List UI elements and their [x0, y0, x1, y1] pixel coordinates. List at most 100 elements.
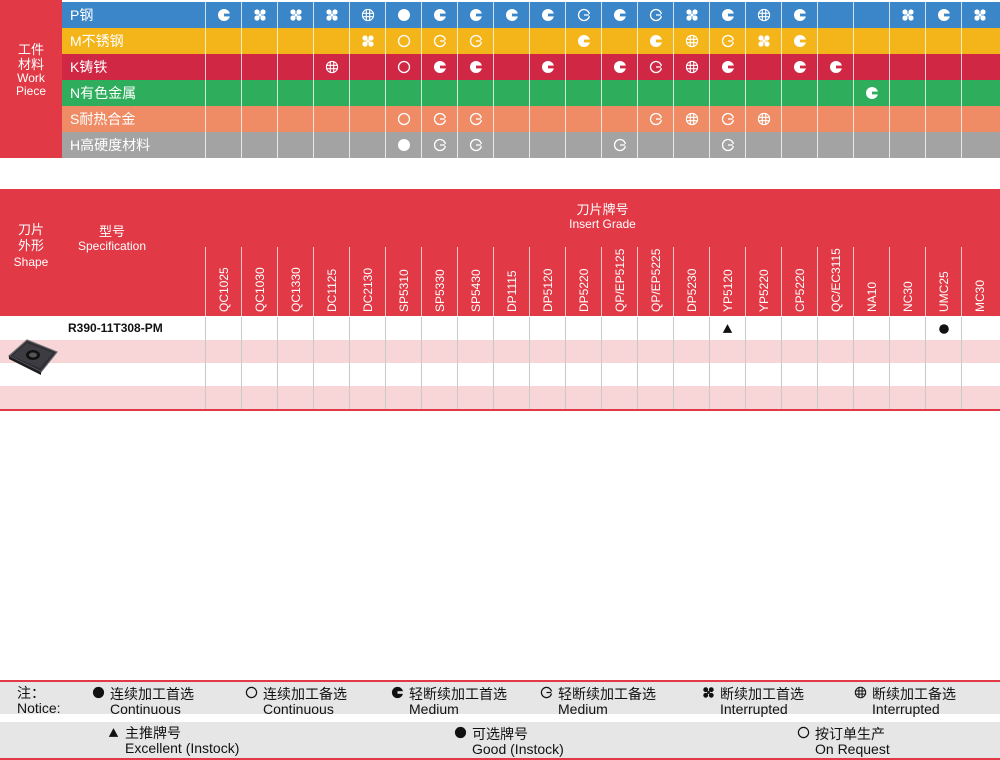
open-circle-icon — [795, 726, 811, 742]
grade-table-row — [0, 363, 1000, 386]
material-cell — [385, 106, 421, 132]
material-cell — [529, 80, 565, 106]
material-cell — [745, 80, 781, 106]
material-cell — [601, 2, 637, 28]
legend-item-cn: 连续加工备选 — [263, 686, 347, 702]
legend-item-cn: 轻断续加工备选 — [558, 686, 656, 702]
material-cell — [673, 28, 709, 54]
material-cell — [457, 132, 493, 158]
grade-cell — [709, 317, 745, 340]
grade-cell — [493, 363, 529, 386]
grade-cell — [961, 340, 997, 363]
material-cell — [673, 80, 709, 106]
open-circle-icon — [397, 112, 411, 126]
material-cell — [925, 2, 961, 28]
filled-c-icon — [865, 86, 879, 100]
grade-cell — [421, 363, 457, 386]
material-cell — [529, 106, 565, 132]
open-circle-icon — [243, 686, 259, 702]
grade-cell — [853, 317, 889, 340]
grade-name: SP5430 — [468, 269, 483, 312]
material-cell — [241, 132, 277, 158]
material-cell — [205, 54, 241, 80]
grade-cell — [601, 386, 637, 409]
filled-c-icon — [433, 8, 447, 22]
material-cell — [817, 80, 853, 106]
workpiece-label: 工件 材料 Work Piece — [0, 0, 62, 158]
notice-label-en: Notice: — [17, 700, 61, 716]
filled-c-icon — [721, 8, 735, 22]
filled-c-icon — [793, 60, 807, 74]
filled-pinwheel-icon — [361, 34, 375, 48]
grade-cell — [709, 363, 745, 386]
legend-item-cn: 断续加工备选 — [872, 686, 956, 702]
grade-column-header: SP5430 — [457, 247, 493, 316]
legend-grade-cn: 主推牌号 — [125, 725, 181, 741]
material-cell — [277, 28, 313, 54]
material-cell — [709, 80, 745, 106]
grade-name: DC1125 — [324, 268, 339, 312]
material-cell — [457, 2, 493, 28]
grade-name: DC2130 — [360, 267, 375, 312]
material-cell — [781, 2, 817, 28]
grade-name: MC30 — [972, 279, 987, 312]
legend-item: 连续加工首选 Continuous — [90, 686, 194, 717]
material-cell — [817, 132, 853, 158]
grade-cell — [673, 363, 709, 386]
grade-name: QP/EP5125 — [612, 248, 627, 312]
material-cell — [817, 2, 853, 28]
legend-item-en: Continuous — [110, 701, 181, 717]
grade-column-header: QC1025 — [205, 247, 241, 316]
material-cell — [709, 106, 745, 132]
grade-name: SP5310 — [396, 269, 411, 312]
legend-item: 断续加工备选 Interrupted — [852, 686, 956, 717]
material-cell — [853, 54, 889, 80]
material-cell — [745, 132, 781, 158]
filled-pinwheel-icon — [289, 8, 303, 22]
material-cell — [205, 28, 241, 54]
material-cell — [529, 54, 565, 80]
open-pinwheel-icon — [325, 60, 339, 74]
legend-grade-cn: 可选牌号 — [472, 726, 528, 742]
material-cell — [601, 132, 637, 158]
material-cell — [565, 28, 601, 54]
grade-cell — [637, 386, 673, 409]
grade-cell — [205, 340, 241, 363]
open-c-icon — [433, 138, 447, 152]
material-cell — [817, 28, 853, 54]
grade-cell — [349, 386, 385, 409]
grade-column-header: QP/EP5225 — [637, 247, 673, 316]
legend-item-cn: 轻断续加工首选 — [409, 686, 507, 702]
filled-c-icon — [541, 60, 555, 74]
material-cell — [961, 106, 997, 132]
grade-cell — [673, 340, 709, 363]
grade-cell — [925, 363, 961, 386]
grade-column-header: QC/EC3115 — [817, 247, 853, 316]
material-cell — [241, 80, 277, 106]
material-cell — [385, 28, 421, 54]
material-cell — [673, 54, 709, 80]
grade-cell — [385, 363, 421, 386]
material-cell — [313, 106, 349, 132]
grade-cell — [493, 386, 529, 409]
grade-table-bottom-rule — [0, 409, 1000, 411]
open-circle-icon — [397, 34, 411, 48]
grade-cell — [457, 386, 493, 409]
open-c-icon — [538, 686, 554, 702]
material-cell — [709, 132, 745, 158]
grade-cell — [925, 340, 961, 363]
legend-item: 轻断续加工首选 Medium — [389, 686, 507, 717]
grade-cell — [241, 363, 277, 386]
grade-cell — [457, 363, 493, 386]
material-name: P钢 — [70, 7, 94, 23]
material-cell — [565, 2, 601, 28]
grade-name: YP5120 — [720, 269, 735, 312]
filled-pinwheel-icon — [685, 8, 699, 22]
shape-header: 刀片 外形 Shape — [0, 222, 62, 270]
grade-cell — [601, 363, 637, 386]
grade-header: 刀片牌号 Insert Grade — [205, 203, 1000, 232]
material-cell — [781, 80, 817, 106]
material-cell — [853, 80, 889, 106]
shape-header-en: Shape — [13, 255, 49, 269]
material-cell — [781, 28, 817, 54]
